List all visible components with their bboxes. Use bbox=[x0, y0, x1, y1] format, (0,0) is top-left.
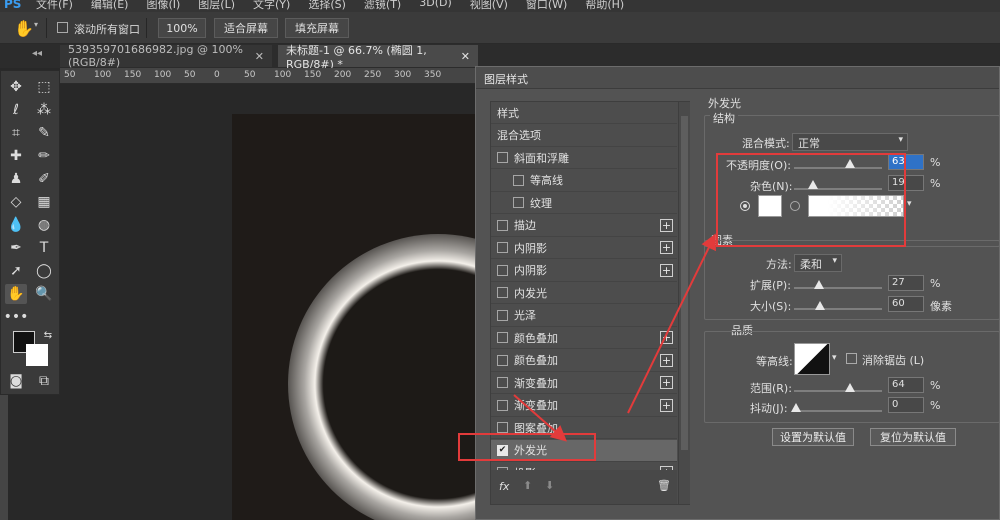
more-tools-icon[interactable]: ••• bbox=[4, 307, 29, 327]
divider bbox=[146, 18, 147, 38]
healing-brush-tool-icon[interactable]: ✚ bbox=[5, 146, 27, 166]
scroll-all-windows-label: 滚动所有窗口 bbox=[74, 23, 140, 36]
tab-document-2-label: 未标题-1 @ 66.7% (椭圆 1, RGB/8#) * bbox=[286, 43, 427, 71]
tools-panel: ✥ ⬚ ℓ ⁂ ⌗ ✎ ✚ ✏ ♟ ✐ ◇ ▦ 💧 ◍ ✒ T ➚ ◯ ✋ 🔍 … bbox=[0, 70, 60, 395]
ruler-tick-label: 50 bbox=[64, 70, 76, 80]
fill-screen-button[interactable]: 填充屏幕 bbox=[285, 18, 349, 38]
close-icon[interactable]: ✕ bbox=[255, 50, 264, 63]
divider bbox=[46, 18, 47, 38]
tab-document-1[interactable]: 539359701686982.jpg @ 100%(RGB/8#) ✕ bbox=[60, 43, 272, 69]
menu-item[interactable]: 图层(L) bbox=[198, 0, 235, 12]
menu-item[interactable]: 选择(S) bbox=[308, 0, 346, 12]
ruler-tick-label: 150 bbox=[124, 70, 142, 80]
close-icon[interactable]: ✕ bbox=[461, 50, 470, 63]
layer-style-dialog: 图层样式 样式 混合选项 斜面和浮雕 等高线 纹理 描边 + 内阴影 + 内阴影 + 内发光 光泽 颜色叠… bbox=[458, 66, 1000, 520]
crop-tool-icon[interactable]: ⌗ bbox=[5, 123, 27, 143]
menu-item[interactable]: 帮助(H) bbox=[585, 0, 624, 12]
menu-bar: PS 文件(F) 编辑(E) 图像(I) 图层(L) 文字(Y) 选择(S) 滤镜(T) 3D… bbox=[0, 0, 1000, 12]
ruler-tick-label: 50 bbox=[184, 70, 196, 80]
ruler-tick-label: 100 bbox=[274, 70, 292, 80]
brush-tool-icon[interactable]: ✏ bbox=[33, 146, 55, 166]
tool-preset-caret-icon[interactable]: ▾ bbox=[34, 20, 38, 29]
eraser-tool-icon[interactable]: ◇ bbox=[5, 192, 27, 212]
path-selection-tool-icon[interactable]: ➚ bbox=[5, 261, 27, 281]
horizontal-ruler: 50 100 150 100 50 0 50 100 150 200 250 300 350 bbox=[60, 68, 480, 84]
tab-document-1-label: 539359701686982.jpg @ 100%(RGB/8#) bbox=[68, 43, 243, 69]
ruler-tick-label: 100 bbox=[154, 70, 172, 80]
menu-item[interactable]: 图像(I) bbox=[146, 0, 180, 12]
gradient-tool-icon[interactable]: ▦ bbox=[33, 192, 55, 212]
annotation-arrows bbox=[513, 233, 716, 442]
pen-tool-icon[interactable]: ✒ bbox=[5, 238, 27, 258]
fit-screen-button[interactable]: 适合屏幕 bbox=[214, 18, 278, 38]
background-color-swatch[interactable] bbox=[26, 344, 48, 366]
ellipse-with-outer-glow bbox=[288, 234, 482, 520]
type-tool-icon[interactable]: T bbox=[33, 238, 55, 258]
menu-item[interactable]: 编辑(E) bbox=[91, 0, 129, 12]
screen-mode-icon[interactable]: ⧉ bbox=[33, 371, 55, 391]
zoom-tool-icon[interactable]: 🔍 bbox=[33, 284, 55, 304]
hand-tool-icon[interactable]: ✋ bbox=[14, 19, 34, 38]
document-canvas[interactable] bbox=[232, 114, 482, 520]
ruler-tick-label: 100 bbox=[94, 70, 112, 80]
menu-item[interactable]: 滤镜(T) bbox=[364, 0, 401, 12]
stamp-tool-icon[interactable]: ♟ bbox=[5, 169, 27, 189]
lasso-tool-icon[interactable]: ℓ bbox=[5, 100, 27, 120]
hand-tool-icon[interactable]: ✋ bbox=[5, 284, 27, 304]
move-tool-icon[interactable]: ✥ bbox=[5, 77, 27, 97]
app-logo: PS bbox=[4, 0, 22, 11]
dodge-tool-icon[interactable]: ◍ bbox=[33, 215, 55, 235]
ruler-tick-label: 50 bbox=[244, 70, 256, 80]
document-tabs: ◂◂ 539359701686982.jpg @ 100%(RGB/8#) ✕ … bbox=[0, 43, 1000, 71]
ruler-tick-label: 200 bbox=[334, 70, 352, 80]
options-bar: ✋ ▾ 滚动所有窗口 100% 适合屏幕 填充屏幕 bbox=[0, 12, 1000, 44]
marquee-tool-icon[interactable]: ⬚ bbox=[33, 77, 55, 97]
ruler-tick-label: 250 bbox=[364, 70, 382, 80]
menu-items: 文件(F) 编辑(E) 图像(I) 图层(L) 文字(Y) 选择(S) 滤镜(T) 3D(D)… bbox=[36, 0, 624, 12]
menu-item[interactable]: 视图(V) bbox=[470, 0, 508, 12]
ellipse-tool-icon[interactable]: ◯ bbox=[33, 261, 55, 281]
menu-item[interactable]: 文字(Y) bbox=[253, 0, 290, 12]
ruler-tick-label: 150 bbox=[304, 70, 322, 80]
blur-tool-icon[interactable]: 💧 bbox=[5, 215, 27, 235]
tab-document-2[interactable]: 未标题-1 @ 66.7% (椭圆 1, RGB/8#) * ✕ bbox=[278, 44, 478, 71]
menu-item[interactable]: 文件(F) bbox=[36, 0, 73, 12]
menu-item[interactable]: 3D(D) bbox=[419, 0, 452, 12]
magic-wand-tool-icon[interactable]: ⁂ bbox=[33, 100, 55, 120]
eyedropper-tool-icon[interactable]: ✎ bbox=[33, 123, 55, 143]
collapse-panels-icon[interactable]: ◂◂ bbox=[32, 48, 42, 59]
ruler-tick-label: 0 bbox=[214, 70, 220, 80]
menu-item[interactable]: 窗口(W) bbox=[526, 0, 567, 12]
ruler-tick-label: 350 bbox=[424, 70, 442, 80]
zoom-100-button[interactable]: 100% bbox=[158, 18, 206, 38]
scroll-all-windows-checkbox[interactable] bbox=[57, 22, 68, 33]
swap-colors-icon[interactable]: ⇆ bbox=[37, 325, 59, 345]
quick-mask-icon[interactable]: ◙ bbox=[5, 371, 27, 391]
history-brush-tool-icon[interactable]: ✐ bbox=[33, 169, 55, 189]
canvas-workspace bbox=[60, 84, 482, 520]
ruler-tick-label: 300 bbox=[394, 70, 412, 80]
